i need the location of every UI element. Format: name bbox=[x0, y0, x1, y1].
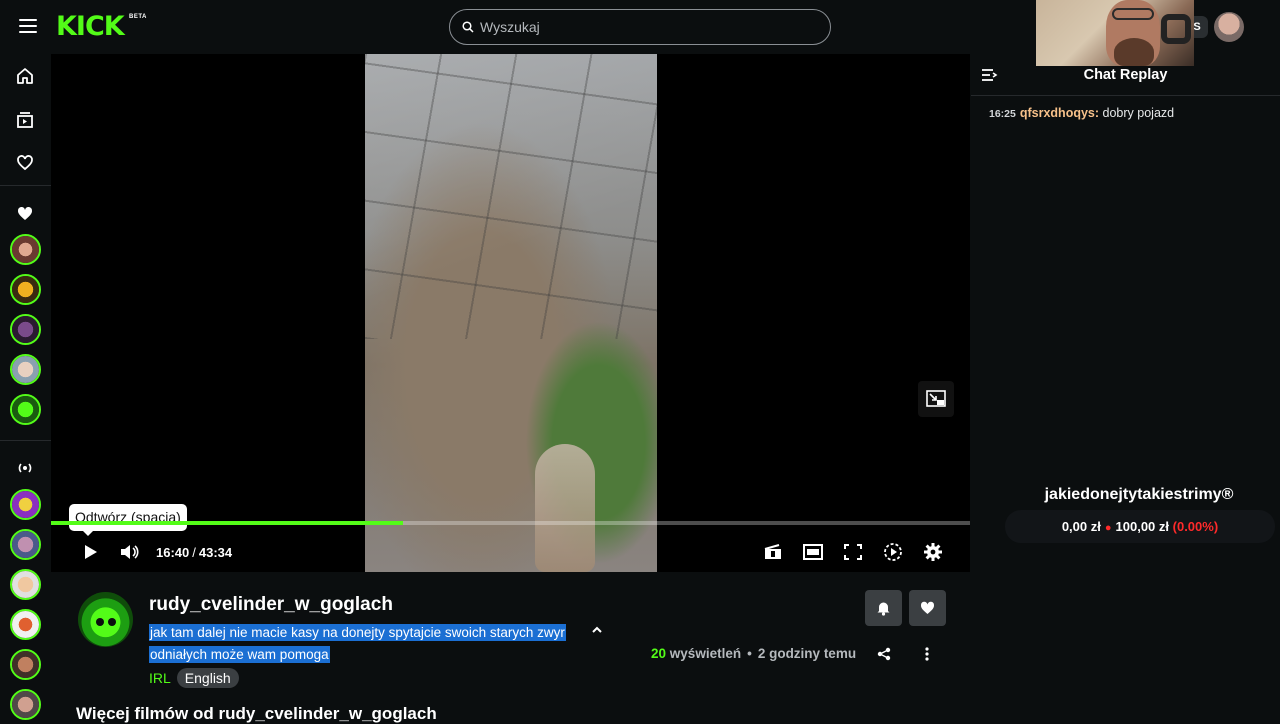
share-icon[interactable] bbox=[877, 647, 891, 661]
goal-target: 100,00 zł bbox=[1115, 519, 1170, 534]
clip-icon[interactable] bbox=[762, 542, 784, 562]
progress-bar[interactable] bbox=[51, 521, 970, 525]
search-icon bbox=[462, 21, 474, 33]
more-videos-heading: Więcej filmów od rudy_cvelinder_w_goglac… bbox=[76, 704, 437, 723]
follow-button[interactable] bbox=[909, 590, 946, 626]
heart-icon bbox=[920, 601, 935, 614]
current-time: 16:40 bbox=[156, 545, 190, 560]
followed-channels-icon bbox=[17, 206, 33, 220]
browse-icon[interactable] bbox=[15, 110, 35, 130]
settings-icon[interactable] bbox=[922, 542, 944, 562]
recommended-channel-avatar[interactable] bbox=[10, 489, 41, 520]
donation-goal-box: 0,00 zł ● 100,00 zł (0.00%) bbox=[1005, 510, 1275, 543]
picture-in-picture-button[interactable] bbox=[918, 381, 954, 417]
followed-channel-avatar[interactable] bbox=[10, 314, 41, 345]
video-tags: IRL English bbox=[149, 668, 239, 688]
duration: 43:34 bbox=[198, 545, 233, 560]
play-icon[interactable] bbox=[79, 542, 101, 562]
views-count: 20 bbox=[651, 646, 667, 661]
search-input[interactable] bbox=[480, 10, 810, 44]
time-display: 16:40/43:34 bbox=[156, 545, 233, 560]
bell-icon bbox=[877, 602, 890, 616]
home-icon[interactable] bbox=[15, 66, 35, 86]
streamer-name[interactable]: rudy_cvelinder_w_goglach bbox=[149, 594, 393, 616]
chat-message-time: 16:25 bbox=[989, 108, 1016, 120]
streamer-avatar[interactable] bbox=[78, 592, 133, 647]
chevron-up-icon[interactable] bbox=[591, 624, 603, 636]
play-tooltip: Odtwórz (spacja) bbox=[69, 504, 187, 536]
category-link[interactable]: IRL bbox=[149, 670, 171, 686]
video-title-line: odniałych może wam pomoga bbox=[149, 646, 330, 663]
language-tag[interactable]: English bbox=[176, 668, 239, 688]
webcam-overlay bbox=[1036, 0, 1194, 66]
chat-message: 16:25 qfsrxdhoqys: dobry pojazd bbox=[989, 106, 1175, 120]
time-ago: 2 godziny temu bbox=[757, 646, 857, 661]
chat-panel: Chat Replay 16:25 qfsrxdhoqys: dobry poja… bbox=[971, 54, 1280, 720]
video-player[interactable]: Odtwórz (spacja) 16:40/43:34 bbox=[51, 54, 970, 572]
goal-current: 0,00 zł bbox=[1061, 519, 1101, 534]
menu-icon[interactable] bbox=[19, 19, 37, 33]
donation-goal-title: jakiedonejtytakiestrimy® bbox=[1044, 486, 1234, 503]
video-title-line: jak tam dalej nie macie kasy na donejty … bbox=[149, 624, 566, 641]
more-options-icon[interactable] bbox=[925, 647, 929, 661]
recommended-channel-avatar[interactable] bbox=[10, 649, 41, 680]
chat-title: Chat Replay bbox=[1083, 67, 1168, 83]
fullscreen-icon[interactable] bbox=[842, 542, 864, 562]
following-icon[interactable] bbox=[15, 153, 35, 173]
video-stats: 20 wyświetleń • 2 godziny temu bbox=[651, 646, 857, 661]
search-bar[interactable] bbox=[449, 9, 831, 45]
user-avatar[interactable] bbox=[1214, 12, 1244, 42]
notification-button[interactable] bbox=[865, 590, 902, 626]
video-frame[interactable] bbox=[365, 54, 657, 572]
goal-percent: (0.00%) bbox=[1172, 519, 1219, 534]
recommended-channel-avatar[interactable] bbox=[10, 609, 41, 640]
beta-badge: BETA bbox=[129, 14, 147, 20]
recommended-channel-avatar[interactable] bbox=[10, 569, 41, 600]
progress-fill bbox=[51, 521, 403, 525]
playback-speed-icon[interactable] bbox=[882, 542, 904, 562]
video-info: rudy_cvelinder_w_goglach jak tam dalej n… bbox=[51, 572, 970, 723]
followed-channel-avatar[interactable] bbox=[10, 234, 41, 265]
followed-channel-avatar[interactable] bbox=[10, 394, 41, 425]
recommended-channel-avatar[interactable] bbox=[10, 689, 41, 720]
chat-username[interactable]: qfsrxdhoqys bbox=[1020, 106, 1095, 120]
followed-channel-avatar[interactable] bbox=[10, 354, 41, 385]
video-title: jak tam dalej nie macie kasy na donejty … bbox=[149, 622, 581, 666]
live-channels-icon bbox=[18, 463, 32, 473]
theater-mode-icon[interactable] bbox=[802, 542, 824, 562]
volume-icon[interactable] bbox=[118, 542, 140, 562]
recommended-channel-avatar[interactable] bbox=[10, 529, 41, 560]
sidebar bbox=[0, 54, 51, 720]
views-label: wyświetleń bbox=[669, 646, 742, 661]
pip-icon bbox=[926, 390, 946, 407]
coin-icon: ● bbox=[1104, 522, 1112, 534]
followed-channel-avatar[interactable] bbox=[10, 274, 41, 305]
chat-message-text: dobry pojazd bbox=[1102, 106, 1175, 120]
kick-logo[interactable]: KICK bbox=[56, 13, 125, 40]
